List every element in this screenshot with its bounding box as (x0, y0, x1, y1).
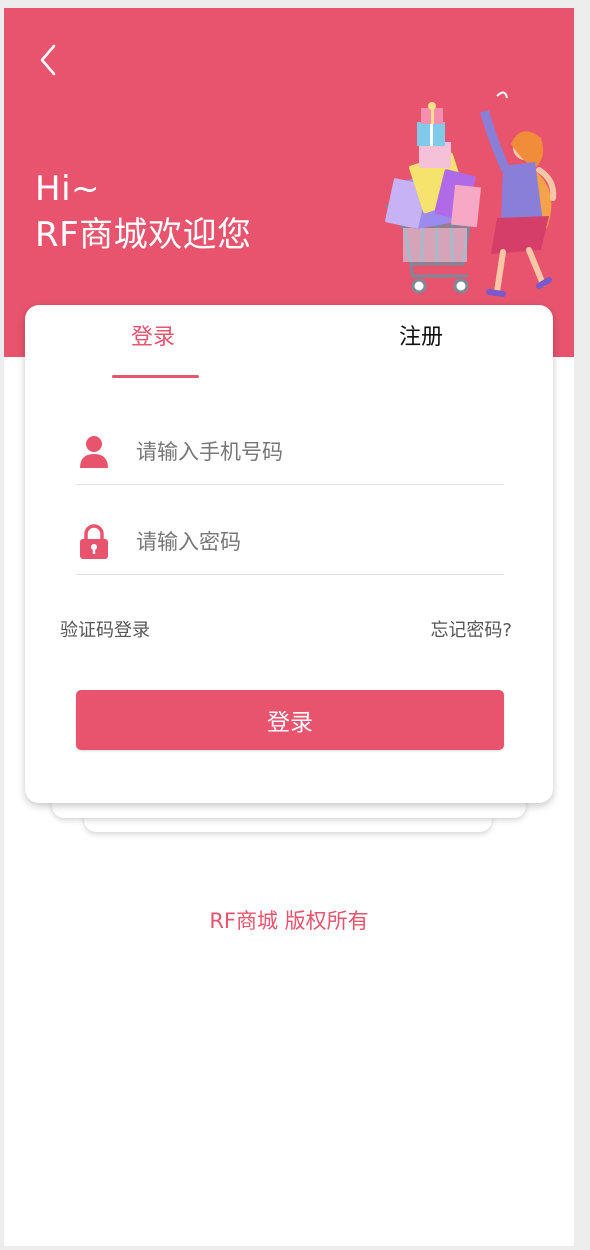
login-card: 登录 注册 验证码登录 忘记密码? 登录 (25, 305, 553, 803)
tab-login[interactable]: 登录 (131, 319, 175, 351)
greeting: Hi~ RF商城欢迎您 (35, 166, 252, 258)
tab-register[interactable]: 注册 (399, 319, 443, 351)
greeting-line-2: RF商城欢迎您 (35, 215, 252, 255)
lock-icon (80, 524, 108, 559)
password-input[interactable] (134, 522, 498, 562)
greeting-line-1: Hi~ (35, 169, 101, 209)
password-field (76, 510, 504, 575)
active-tab-indicator (112, 375, 199, 378)
shopping-illustration (385, 89, 557, 297)
sms-login-link[interactable]: 验证码登录 (60, 616, 150, 642)
login-screen: Hi~ RF商城欢迎您 登录 注册 请输入手机号码 验证码登录 忘记密码? 登录… (4, 8, 574, 1246)
back-button[interactable] (32, 40, 66, 80)
copyright-footer: RF商城 版权所有 (209, 909, 369, 933)
user-icon (80, 436, 108, 468)
phone-input[interactable] (134, 432, 498, 472)
phone-field (76, 420, 504, 485)
login-button[interactable]: 登录 (76, 690, 504, 750)
forgot-password-link[interactable]: 忘记密码? (430, 616, 512, 642)
chevron-left-icon (40, 44, 56, 76)
